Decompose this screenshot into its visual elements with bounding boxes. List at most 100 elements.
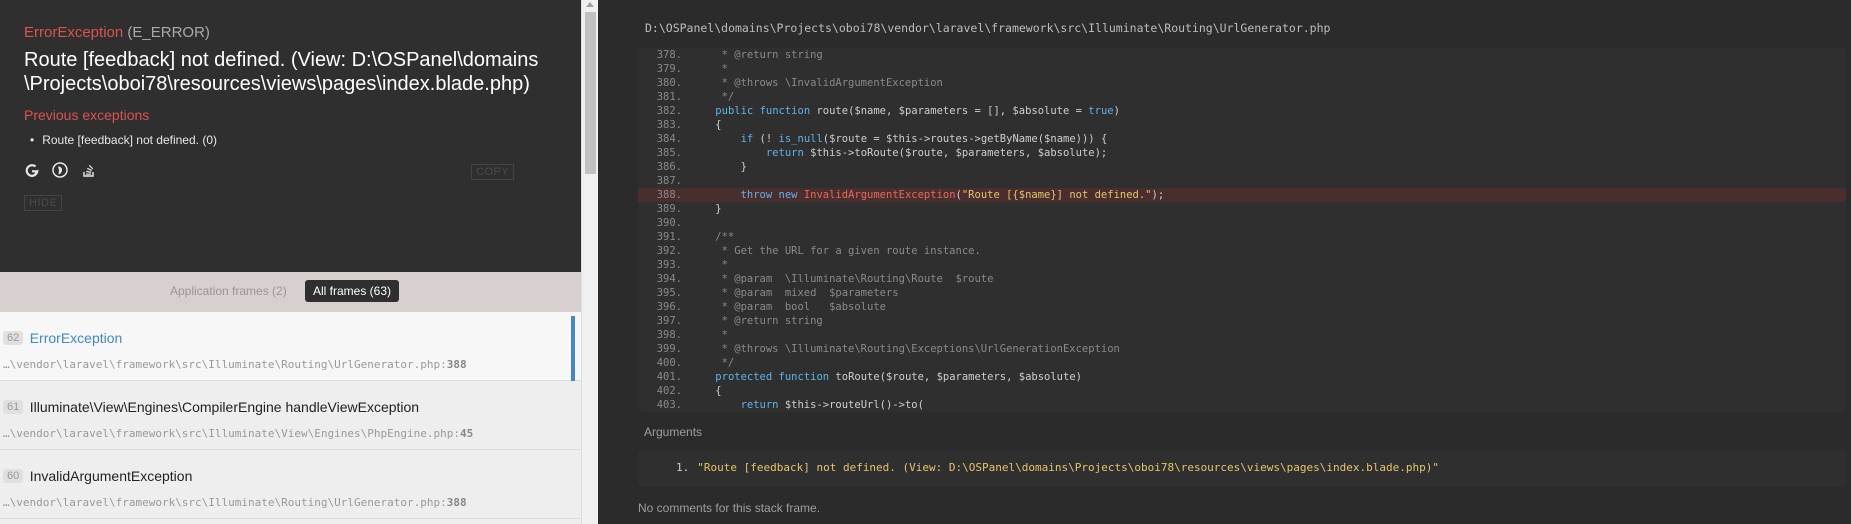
exception-class: ErrorException — [24, 24, 124, 41]
code-line: 378. * @return string — [638, 48, 1846, 62]
line-number: 390. — [656, 217, 682, 229]
code-text: * @param bool $absolute — [690, 301, 886, 313]
search-links: COPY — [24, 161, 557, 181]
code-text: throw new InvalidArgumentException("Rout… — [740, 189, 1165, 201]
code-line: 398. * — [638, 328, 1846, 342]
code-text: if (! is_null($route = $this->routes->ge… — [740, 133, 1108, 145]
line-number: 403. — [656, 399, 682, 411]
code-line: 402. { — [638, 384, 1846, 398]
code-line: 387. — [638, 174, 1846, 188]
line-number: 389. — [656, 203, 682, 215]
code-line: 401. protected function toRoute($route, … — [638, 370, 1846, 384]
argument-value: "Route [feedback] not defined. (View: D:… — [697, 461, 1439, 474]
tab-all-frames[interactable]: All frames (63) — [305, 280, 400, 302]
code-text: */ — [690, 91, 735, 103]
code-text: /** — [690, 231, 735, 243]
scroll-thumb[interactable] — [585, 12, 596, 174]
frame-line-number: 45 — [459, 427, 474, 440]
left-panel: ErrorException (E_ERROR) Route [feedback… — [0, 0, 581, 524]
google-icon[interactable] — [24, 162, 40, 178]
code-line: 380. * @throws \InvalidArgumentException — [638, 76, 1846, 90]
line-number: 383. — [656, 119, 682, 131]
code-text: * Get the URL for a given route instance… — [690, 245, 981, 257]
duckduckgo-icon[interactable] — [52, 162, 69, 178]
frame-file-path-title: D:\OSPanel\domains\Projects\oboi78\vendo… — [645, 21, 1331, 35]
tab-application-frames[interactable]: Application frames (2) — [170, 284, 287, 298]
frame-class: InvalidArgumentException — [29, 467, 193, 484]
code-text: } — [690, 161, 747, 173]
line-number: 391. — [656, 231, 682, 243]
frame-file: …\vendor\laravel\framework\src\Illuminat… — [3, 427, 474, 440]
code-line: 386. } — [638, 160, 1846, 174]
frame-file: …\vendor\laravel\framework\src\Illuminat… — [3, 496, 467, 509]
exception-message: Route [feedback] not defined. (View: D:\… — [24, 49, 539, 95]
exception-type: ErrorException (E_ERROR) — [24, 24, 557, 41]
frame-line-number: 388 — [446, 358, 467, 371]
hide-button[interactable]: HIDE — [24, 195, 63, 211]
code-line: 403. return $this->routeUrl()->to( — [638, 398, 1846, 412]
previous-exceptions-title: Previous exceptions — [24, 107, 150, 123]
previous-exceptions-list: Route [feedback] not defined. (0) — [24, 133, 557, 147]
frame-file: …\vendor\laravel\framework\src\Illuminat… — [3, 358, 467, 371]
frame-item[interactable]: 60 InvalidArgumentException …\vendor\lar… — [0, 450, 581, 519]
copy-button[interactable]: COPY — [471, 164, 515, 180]
frame-index: 60 — [3, 468, 24, 483]
code-text: { — [690, 119, 722, 131]
code-line: 392. * Get the URL for a given route ins… — [638, 244, 1846, 258]
code-line: 391. /** — [638, 230, 1846, 244]
code-text: return $this->routeUrl()->to( — [740, 399, 924, 411]
exception-header: ErrorException (E_ERROR) Route [feedback… — [0, 0, 581, 272]
frame-index: 62 — [3, 330, 24, 345]
code-line: 379. * — [638, 62, 1846, 76]
left-scrollbar[interactable] — [581, 0, 598, 524]
frame-class: ErrorException — [29, 329, 123, 346]
code-text: { — [690, 385, 722, 397]
code-line: 381. */ — [638, 90, 1846, 104]
line-number: 387. — [656, 175, 682, 187]
arguments-list: 1. "Route [feedback] not defined. (View: … — [638, 450, 1846, 487]
line-number: 385. — [656, 147, 682, 159]
line-number: 378. — [656, 49, 682, 61]
exception-code: (E_ERROR) — [127, 24, 210, 41]
code-text: * @return string — [690, 315, 823, 327]
code-text: * @return string — [690, 49, 823, 61]
frame-item[interactable]: 61 Illuminate\View\Engines\CompilerEngin… — [0, 381, 581, 450]
line-number: 395. — [656, 287, 682, 299]
code-text: protected function toRoute($route, $para… — [715, 371, 1082, 383]
line-number: 384. — [656, 133, 682, 145]
code-text: } — [690, 203, 722, 215]
code-line: 395. * @param mixed $parameters — [638, 286, 1846, 300]
code-text: public function route($name, $parameters… — [715, 105, 1120, 117]
frames-filter-bar: Application frames (2) All frames (63) — [0, 272, 581, 312]
comments-text: No comments for this stack frame. — [638, 501, 821, 515]
frame-line-number: 388 — [446, 496, 467, 509]
code-line: 383. { — [638, 118, 1846, 132]
previous-exception-item: Route [feedback] not defined. (0) — [42, 133, 557, 147]
line-number: 394. — [656, 273, 682, 285]
line-number: 392. — [656, 245, 682, 257]
line-number: 382. — [656, 105, 682, 117]
code-text: */ — [690, 357, 735, 369]
line-number: 388. — [656, 189, 682, 201]
line-number: 393. — [656, 259, 682, 271]
details-panel: D:\OSPanel\domains\Projects\oboi78\vendo… — [598, 0, 1851, 524]
line-number: 397. — [656, 315, 682, 327]
scroll-up-arrow-icon[interactable] — [586, 2, 594, 7]
line-number: 380. — [656, 77, 682, 89]
line-number: 396. — [656, 301, 682, 313]
frame-file-path: …\vendor\laravel\framework\src\Illuminat… — [3, 358, 441, 371]
line-number: 402. — [656, 385, 682, 397]
line-number: 398. — [656, 329, 682, 341]
code-line: 389. } — [638, 202, 1846, 216]
code-text: * @param \Illuminate\Routing\Route $rout… — [690, 273, 994, 285]
frame-item[interactable]: 62 ErrorException …\vendor\laravel\frame… — [0, 312, 581, 381]
stackoverflow-icon[interactable] — [81, 162, 97, 178]
code-text: * — [690, 329, 728, 341]
code-line: 397. * @return string — [638, 314, 1846, 328]
line-number: 381. — [656, 91, 682, 103]
line-number: 400. — [656, 357, 682, 369]
code-line: 399. * @throws \Illuminate\Routing\Excep… — [638, 342, 1846, 356]
code-viewer: 378. * @return string 379. * 380. * @throw… — [638, 48, 1846, 412]
code-text: * @throws \InvalidArgumentException — [690, 77, 943, 89]
frame-class: Illuminate\View\Engines\CompilerEngine h… — [29, 398, 420, 415]
